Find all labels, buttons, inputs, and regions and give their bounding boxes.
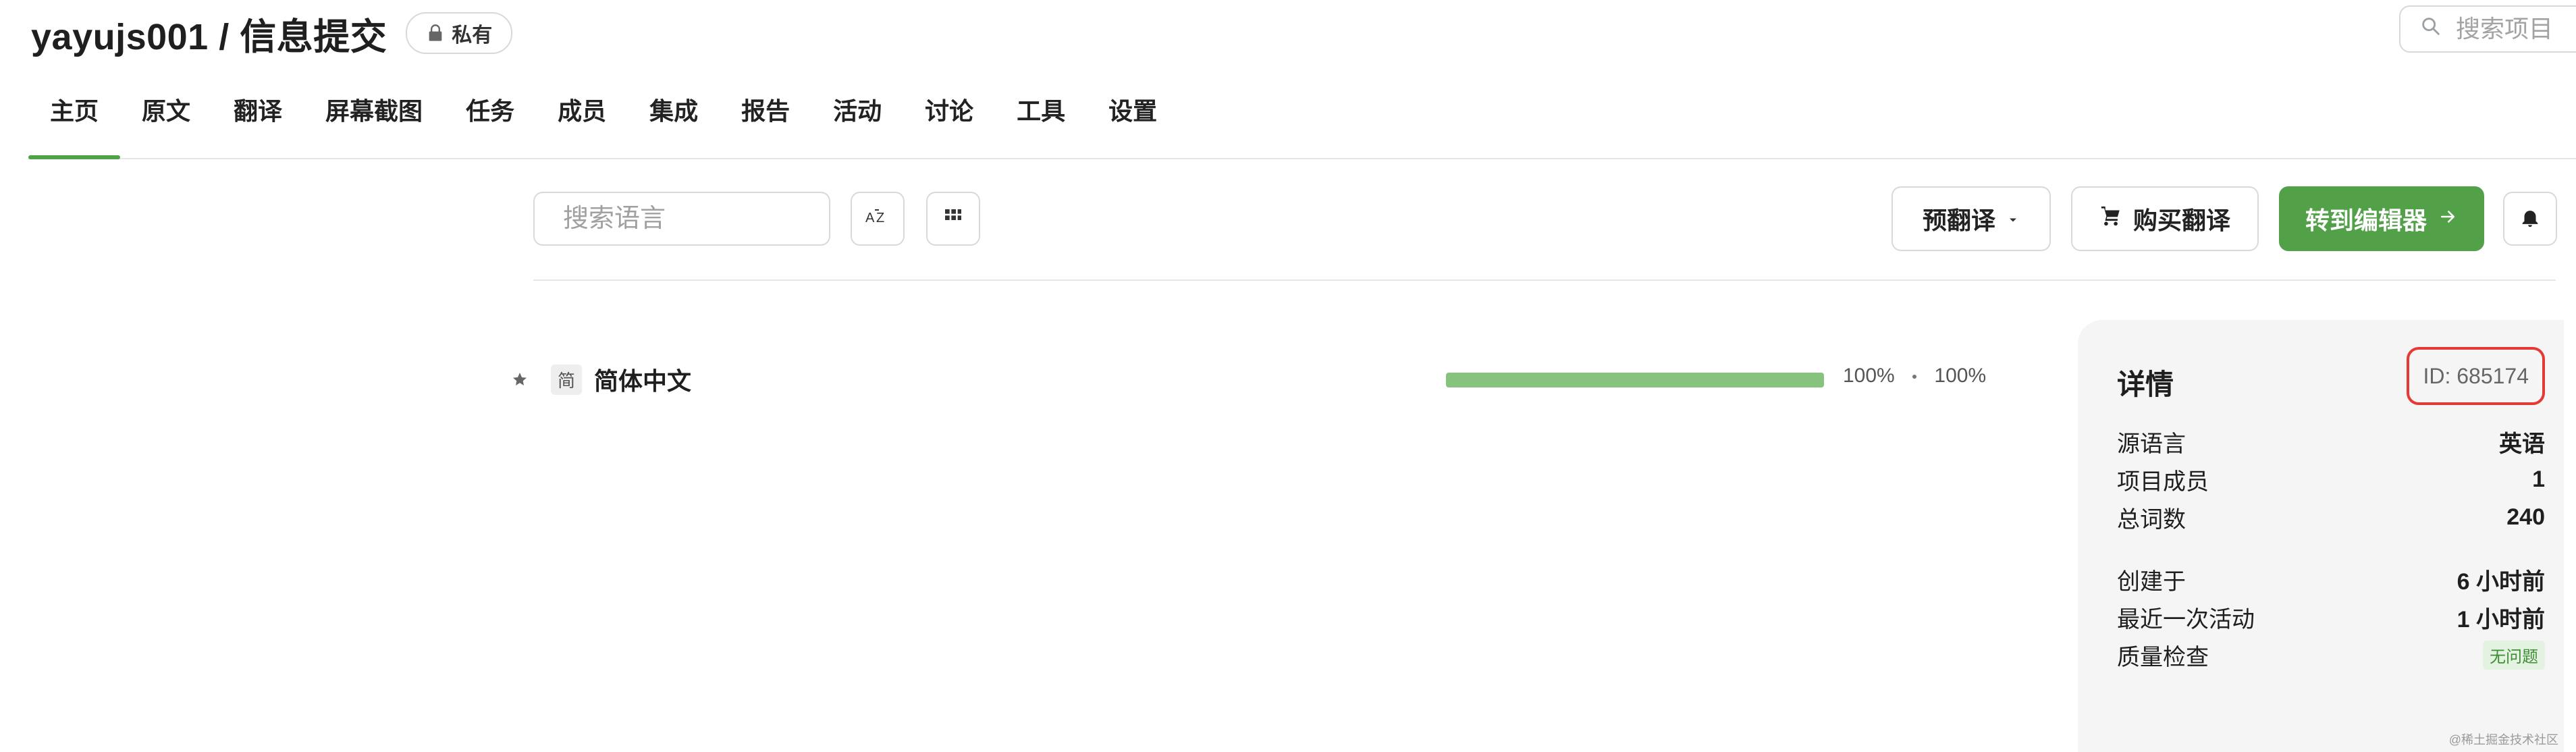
details-label-qa: 质量检查 [2117, 644, 2209, 670]
details-label-members: 项目成员 [2117, 468, 2209, 495]
translation-progress-bar [1446, 373, 1824, 387]
details-gap [2117, 536, 2545, 560]
language-abbr: 简 [551, 364, 583, 395]
progress-text: 100% 100% [1843, 365, 1986, 387]
cart-icon [2099, 205, 2122, 234]
bell-icon [2519, 206, 2542, 232]
tab-10[interactable]: 工具 [995, 80, 1087, 158]
qa-status-badge: 无问题 [2483, 640, 2545, 670]
tab-7[interactable]: 报告 [720, 80, 811, 158]
tab-3[interactable]: 屏幕截图 [304, 80, 444, 158]
buy-translation-label: 购买翻译 [2132, 207, 2230, 234]
details-row: 总词数 240 [2117, 498, 2545, 536]
details-title: 详情 [2117, 369, 2174, 400]
project-title: yayujs001 / 信息提交 [31, 16, 387, 57]
details-value-words: 240 [2506, 504, 2545, 530]
tab-11[interactable]: 设置 [1087, 80, 1179, 158]
tab-0[interactable]: 主页 [28, 80, 121, 159]
svg-text:Z: Z [876, 211, 884, 225]
details-value-last-activity: 1 小时前 [2457, 606, 2545, 633]
sort-az-icon: A Z [864, 207, 891, 231]
lock-icon [426, 23, 445, 43]
translation-progress-fill [1446, 373, 1824, 387]
tab-2[interactable]: 翻译 [212, 80, 304, 158]
language-row[interactable]: 简 简体中文 100% 100% [512, 359, 1986, 400]
language-search-input[interactable] [562, 203, 807, 234]
details-value-source-language: 英语 [2499, 431, 2545, 457]
progress-translated: 100% [1843, 365, 1895, 387]
grid-view-button[interactable] [926, 192, 980, 246]
progress-separator [1912, 375, 1917, 379]
details-label-last-activity: 最近一次活动 [2117, 606, 2255, 633]
details-row: 最近一次活动 1 小时前 [2117, 598, 2545, 636]
privacy-badge-label: 私有 [452, 24, 493, 47]
details-row: 项目成员 1 [2117, 460, 2545, 498]
privacy-badge: 私有 [406, 12, 513, 54]
project-id-badge[interactable]: ID: 685174 [2407, 347, 2545, 405]
details-row: 源语言 英语 [2117, 423, 2545, 460]
details-label-source-language: 源语言 [2117, 431, 2186, 457]
search-icon [2419, 15, 2442, 44]
language-search[interactable] [533, 192, 830, 246]
sort-az-button[interactable]: A Z [851, 192, 905, 246]
watermark: @稀土掘金技术社区 [2448, 733, 2558, 747]
details-value-members: 1 [2532, 466, 2545, 492]
project-search-input[interactable] [2454, 14, 2576, 44]
go-to-editor-label: 转到编辑器 [2305, 207, 2427, 234]
buy-translation-button[interactable]: 购买翻译 [2071, 186, 2259, 251]
details-row: 创建于 6 小时前 [2117, 560, 2545, 598]
grid-icon [942, 207, 964, 232]
tab-9[interactable]: 讨论 [903, 80, 995, 158]
project-search[interactable] [2399, 5, 2576, 53]
notifications-button[interactable] [2503, 192, 2557, 246]
arrow-right-icon [2438, 205, 2458, 233]
project-id-text: ID: 685174 [2423, 363, 2529, 388]
languages-toolbar: A Z 预翻译 购买翻译 转到编辑器 [533, 186, 2562, 251]
details-row: 质量检查 无问题 [2117, 636, 2545, 674]
toolbar-divider [533, 279, 2556, 281]
progress-approved: 100% [1934, 365, 1987, 387]
tab-6[interactable]: 集成 [628, 80, 720, 158]
details-value-created: 6 小时前 [2457, 568, 2545, 595]
project-header: yayujs001 / 信息提交 私有 [31, 9, 513, 57]
language-name[interactable]: 简体中文 [594, 362, 691, 397]
caret-down-icon [2006, 205, 2020, 233]
details-label-created: 创建于 [2117, 568, 2186, 595]
project-tabs: 主页 原文 翻译 屏幕截图 任务 成员 集成 报告 活动 讨论 工具 设置 [28, 80, 2576, 159]
tab-1[interactable]: 原文 [120, 80, 212, 158]
pretranslate-button[interactable]: 预翻译 [1891, 186, 2051, 251]
svg-text:A: A [865, 211, 875, 225]
tab-list: 主页 原文 翻译 屏幕截图 任务 成员 集成 报告 活动 讨论 工具 设置 [28, 80, 2576, 159]
details-panel: 详情 ID: 685174 源语言 英语 项目成员 1 总词数 240 创建于 … [2078, 320, 2564, 752]
go-to-editor-button[interactable]: 转到编辑器 [2279, 186, 2484, 251]
tab-4[interactable]: 任务 [444, 80, 536, 158]
pretranslate-label: 预翻译 [1922, 207, 1995, 234]
details-label-words: 总词数 [2117, 506, 2186, 533]
details-list: 源语言 英语 项目成员 1 总词数 240 创建于 6 小时前 最近一次活动 1… [2117, 423, 2545, 674]
tab-5[interactable]: 成员 [536, 80, 628, 158]
star-icon[interactable] [512, 371, 528, 387]
tab-8[interactable]: 活动 [811, 80, 903, 158]
